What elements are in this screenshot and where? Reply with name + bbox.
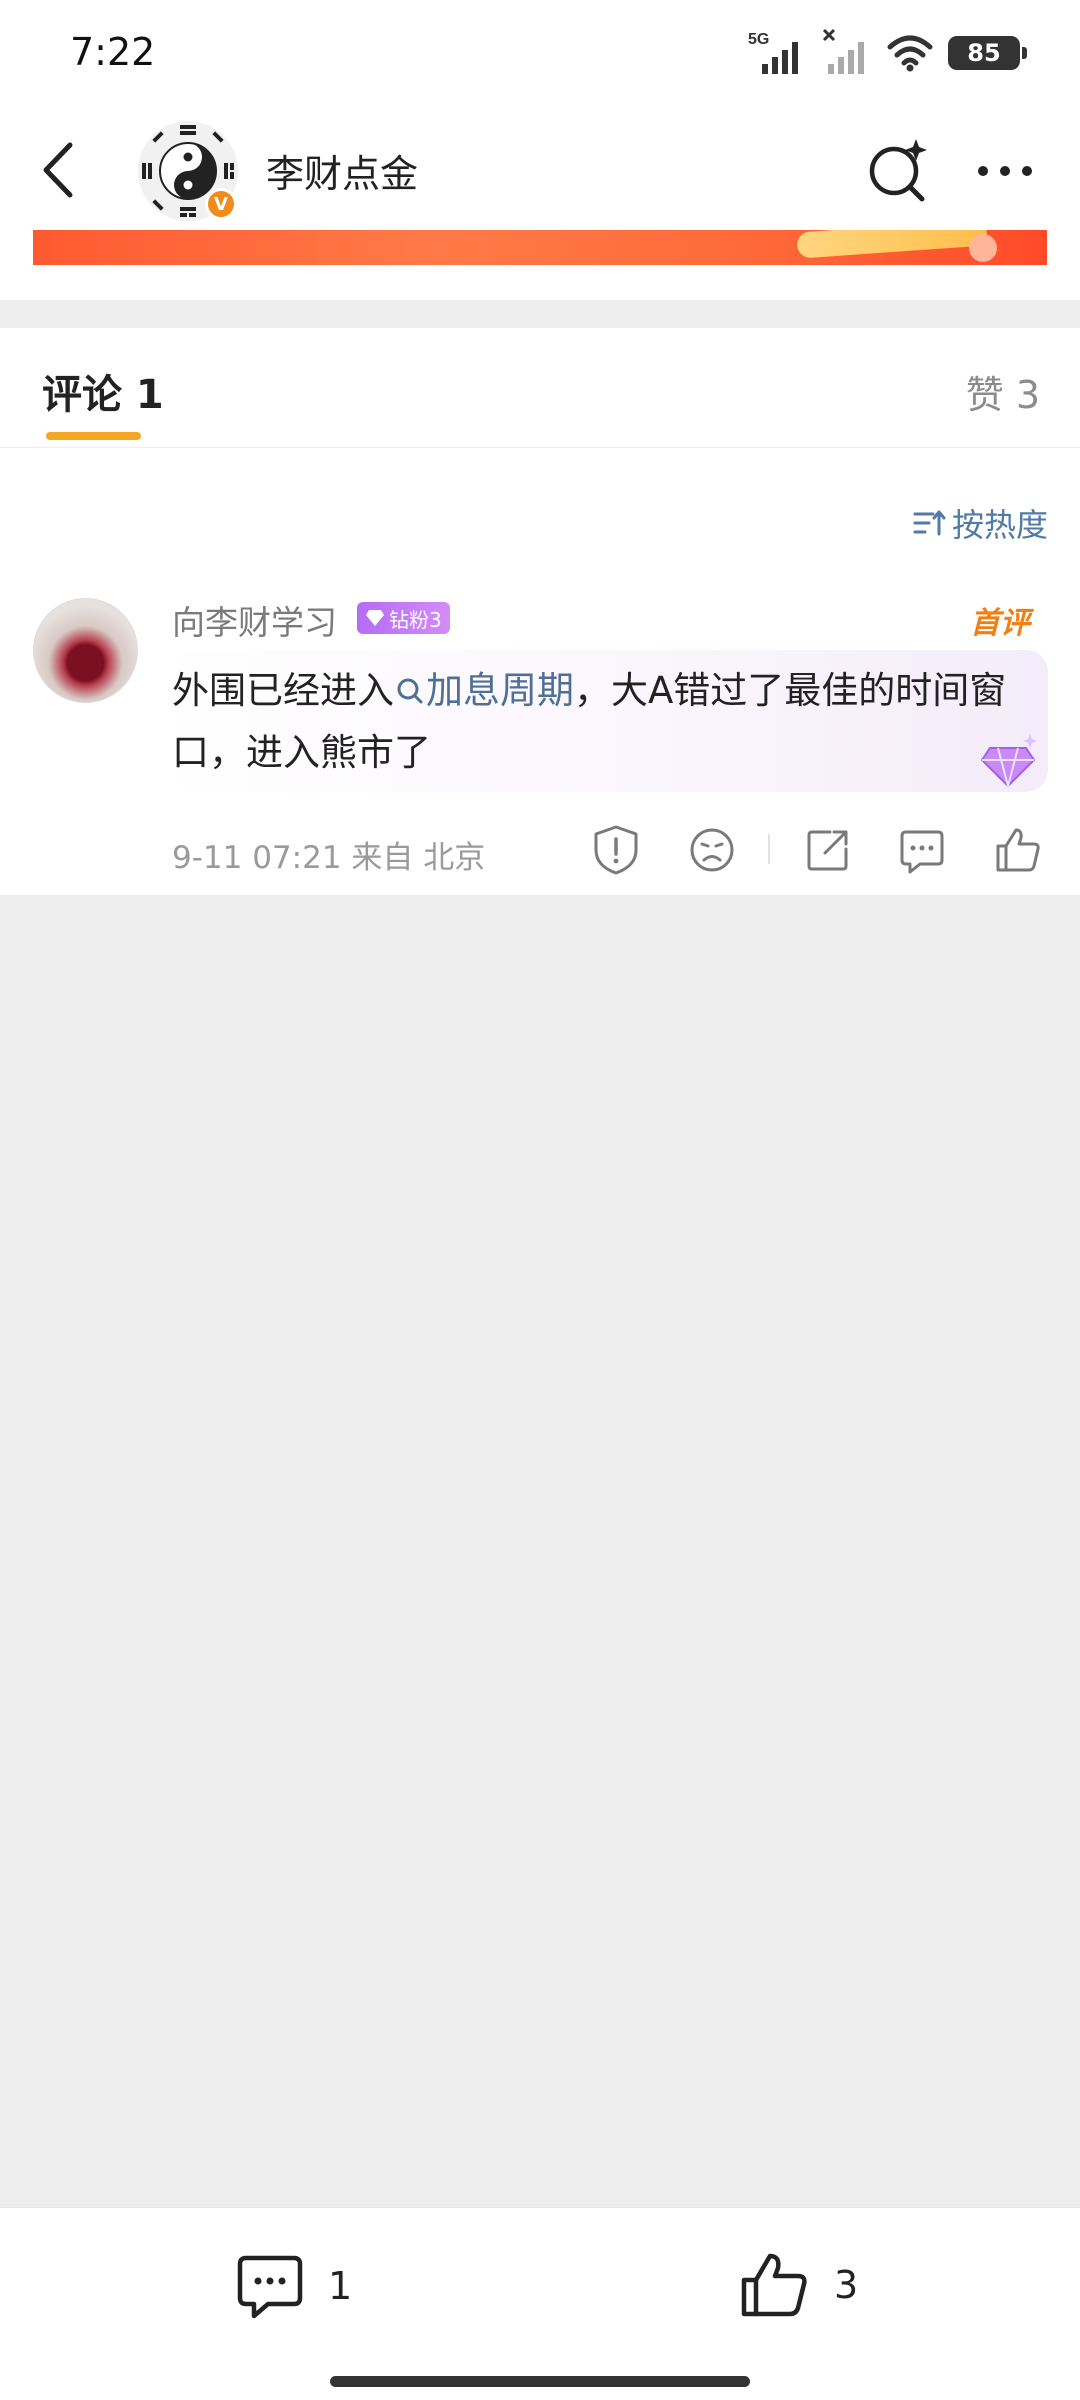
diamond-icon xyxy=(366,610,384,626)
battery-level: 85 xyxy=(967,39,1001,67)
comment-bubble[interactable]: 外围已经进入 加息周期，大A错过了最佳的时间窗口，进入熊市了 xyxy=(158,650,1048,792)
account-name[interactable]: 李财点金 xyxy=(266,143,418,198)
commenter-name[interactable]: 向李财学习 xyxy=(172,596,337,644)
banner-area xyxy=(0,230,1080,300)
tab-comments[interactable]: 评论 1 xyxy=(42,362,164,420)
active-tab-indicator xyxy=(46,432,141,440)
sort-icon xyxy=(913,510,946,536)
status-time: 7:22 xyxy=(70,30,156,74)
home-indicator[interactable] xyxy=(330,2376,750,2387)
tabs-area: 评论 1 赞 3 xyxy=(0,328,1080,448)
action-divider xyxy=(768,834,770,864)
sort-button[interactable]: 按热度 xyxy=(912,500,1048,546)
verified-badge: V xyxy=(205,188,237,220)
banner-decoration xyxy=(796,230,988,259)
reply-icon[interactable] xyxy=(894,822,950,878)
bottom-like-count: 3 xyxy=(834,2263,859,2307)
signal-5g-icon: 5G xyxy=(748,31,798,74)
topic-label: 加息周期 xyxy=(426,669,574,712)
status-icons: 5G 85 xyxy=(748,28,1027,78)
comment-section: 按热度 向李财学习 钻粉3 首评 外围已经进入 加息周期，大A错过了最佳的时间窗口… xyxy=(0,448,1080,895)
signal-no-service-icon xyxy=(822,28,864,74)
report-icon[interactable] xyxy=(588,822,644,878)
banner-flower-decoration xyxy=(969,234,997,262)
bottom-comment-count: 1 xyxy=(328,2264,353,2308)
comment-location: 来自 北京 xyxy=(351,840,486,876)
thumbs-up-icon xyxy=(741,2253,807,2317)
bottom-comment-button[interactable]: 1 xyxy=(232,2248,352,2324)
wifi-icon xyxy=(887,35,933,72)
promo-banner[interactable] xyxy=(33,230,1047,265)
topic-link[interactable]: 加息周期 xyxy=(394,669,574,712)
tab-likes[interactable]: 赞 3 xyxy=(966,364,1040,419)
comment-text-start: 外围已经进入 xyxy=(172,669,394,712)
svg-text:5G: 5G xyxy=(748,31,769,48)
dislike-face-icon[interactable] xyxy=(684,822,740,878)
comment-time: 9-11 07:21 xyxy=(172,840,342,876)
fan-level-badge[interactable]: 钻粉3 xyxy=(357,602,450,634)
share-icon[interactable] xyxy=(800,822,856,878)
topic-search-icon xyxy=(397,678,423,704)
more-options-icon[interactable] xyxy=(970,135,1040,205)
comment-text: 外围已经进入 加息周期，大A错过了最佳的时间窗口，进入熊市了 xyxy=(172,660,1032,784)
status-bar: 7:22 5G 85 xyxy=(0,0,1080,105)
nav-header: V 李财点金 xyxy=(0,105,1080,230)
comment-meta: 9-11 07:21 来自 北京 xyxy=(172,832,485,877)
battery-indicator: 85 xyxy=(948,36,1027,70)
back-arrow-icon[interactable] xyxy=(30,135,90,205)
search-spark-icon[interactable] xyxy=(862,135,932,205)
like-icon[interactable] xyxy=(990,822,1046,878)
fan-badge-label: 钻粉3 xyxy=(389,607,442,632)
bottom-like-button[interactable]: 3 xyxy=(736,2246,858,2324)
verified-mark: V xyxy=(214,193,228,215)
sort-label: 按热度 xyxy=(951,506,1048,544)
comment-icon xyxy=(237,2255,303,2319)
commenter-avatar[interactable] xyxy=(33,598,138,703)
first-comment-badge: 首评 xyxy=(970,606,1030,641)
bottom-bar: 1 3 xyxy=(0,2207,1080,2400)
diamond-decoration-icon xyxy=(980,734,1037,790)
